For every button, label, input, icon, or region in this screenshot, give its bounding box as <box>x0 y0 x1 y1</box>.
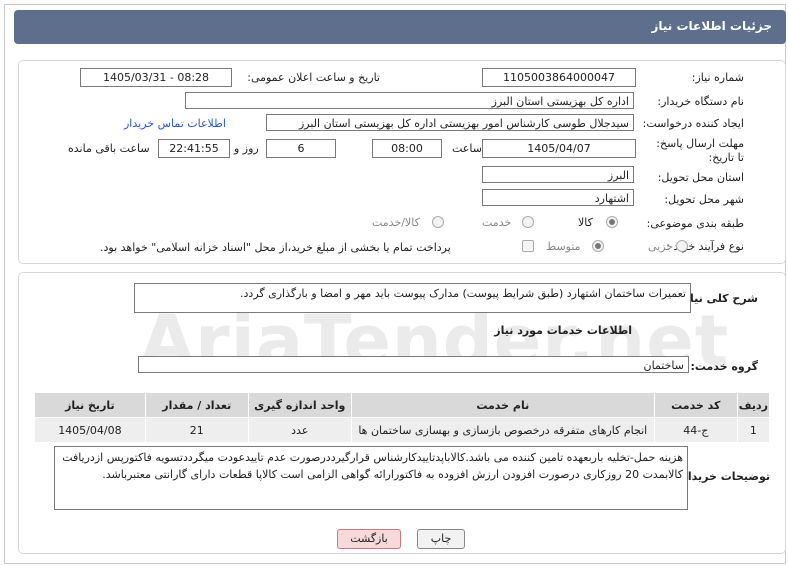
province-field: البرز <box>482 166 634 183</box>
category-option-both: کالا/خدمت <box>372 216 420 229</box>
col-quantity: تعداد / مقدار <box>144 392 249 418</box>
days-field: 6 <box>266 139 336 158</box>
summary-label: شرح کلی نیاز: <box>679 292 758 305</box>
cell-name: انجام کارهای متفرقه درخصوص بازسازی و بهس… <box>350 417 655 443</box>
summary-field: تعمیرات ساختمان اشتهارد (طبق شرایط پیوست… <box>134 283 691 313</box>
buyer-org-label: نام دستگاه خریدار: <box>657 95 744 108</box>
treasury-checkbox[interactable] <box>522 240 534 252</box>
cell-unit: عدد <box>247 417 352 443</box>
remaining-time-field: 22:41:55 <box>158 139 230 158</box>
creator-field: سیدجلال طوسی کارشناس امور بهزیستی اداره … <box>266 114 634 131</box>
category-radio-both[interactable] <box>432 216 444 228</box>
deadline-time-field: 08:00 <box>372 139 442 158</box>
table-row: 1 ج-44 انجام کارهای متفرقه درخصوص بازساز… <box>34 417 771 443</box>
purchase-option-minor: جزیی <box>648 240 674 253</box>
service-group-field: ساختمان <box>138 356 689 373</box>
service-group-label: گروه خدمت: <box>690 360 758 373</box>
city-field: اشتهارد <box>482 189 634 206</box>
category-radio-goods[interactable] <box>606 216 618 228</box>
buyer-notes-field: هزینه حمل-تخلیه باربعهده تامین کننده می … <box>54 446 688 510</box>
deadline-label: مهلت ارسال پاسخ: تا تاریخ: <box>656 137 744 164</box>
col-row: ردیف <box>736 392 771 418</box>
category-radio-service[interactable] <box>522 216 534 228</box>
announce-label: تاریخ و ساعت اعلان عمومی: <box>247 71 380 84</box>
category-option-service: خدمت <box>482 216 512 229</box>
services-heading: اطلاعات خدمات مورد نیاز <box>494 324 632 337</box>
deadline-date-field: 1405/04/07 <box>482 139 636 158</box>
cell-quantity: 21 <box>144 417 249 443</box>
buyer-contact-link[interactable]: اطلاعات تماس خریدار <box>124 117 226 130</box>
days-label: روز و <box>234 142 259 155</box>
cell-row: 1 <box>736 417 771 443</box>
purchase-radio-medium[interactable] <box>592 240 604 252</box>
buyer-notes-label: توضیحات خریدار: <box>677 470 770 483</box>
col-date: تاریخ نیاز <box>34 392 146 418</box>
purchase-option-medium: متوسط <box>546 240 581 253</box>
col-code: کد خدمت <box>653 392 738 418</box>
creator-label: ایجاد کننده درخواست: <box>642 117 744 130</box>
city-label: شهر محل تحویل: <box>664 193 744 206</box>
province-label: استان محل تحویل: <box>657 171 744 184</box>
time-label: ساعت <box>452 142 482 155</box>
page-title: جزئیات اطلاعات نیاز <box>651 19 772 33</box>
payment-note: پرداخت تمام یا بخشی از مبلغ خرید،از محل … <box>100 241 451 254</box>
back-button[interactable]: بازگشت <box>337 529 401 549</box>
table-header-row: ردیف کد خدمت نام خدمت واحد اندازه گیری ت… <box>34 392 771 418</box>
need-number-label: شماره نیاز: <box>691 71 744 84</box>
purchase-radio-minor[interactable] <box>676 240 688 252</box>
remaining-label: ساعت باقی مانده <box>68 142 150 155</box>
category-option-goods: کالا <box>578 216 593 229</box>
col-unit: واحد اندازه گیری <box>247 392 352 418</box>
cell-date: 1405/04/08 <box>34 417 146 443</box>
col-name: نام خدمت <box>350 392 655 418</box>
category-label: طبقه بندی موضوعی: <box>646 217 744 230</box>
announce-field: 1405/03/31 - 08:28 <box>80 68 232 87</box>
cell-code: ج-44 <box>653 417 738 443</box>
services-table: ردیف کد خدمت نام خدمت واحد اندازه گیری ت… <box>34 392 771 443</box>
buyer-org-field: اداره کل بهزیستی استان البرز <box>185 92 634 109</box>
header-bar: جزئیات اطلاعات نیاز <box>14 10 786 44</box>
need-number-field: 1105003864000047 <box>482 68 636 87</box>
print-button[interactable]: چاپ <box>417 529 465 549</box>
